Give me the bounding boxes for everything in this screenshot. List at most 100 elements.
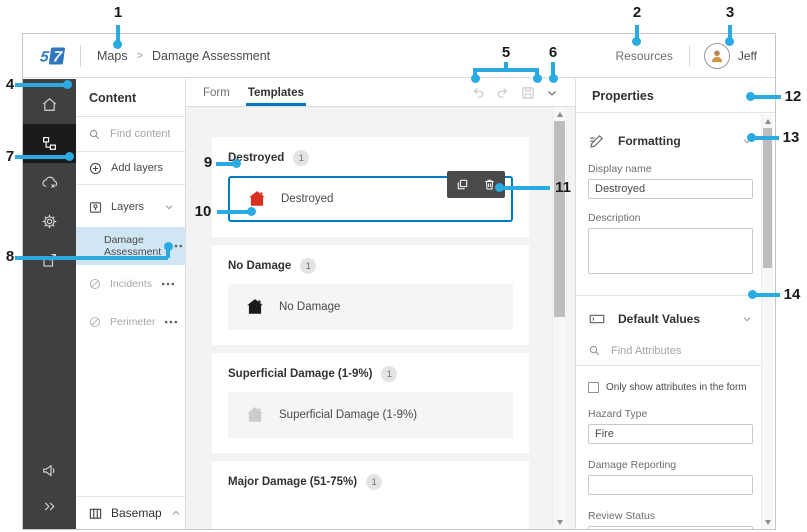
nav-offline[interactable] [23,163,76,202]
nav-content[interactable] [23,124,76,163]
resources-link[interactable]: Resources [616,49,673,63]
chevron-down-icon[interactable] [741,313,753,325]
prohibited-icon [88,315,102,329]
undo-icon[interactable] [470,85,486,101]
template-item-label: Destroyed [281,193,333,205]
callout-number-14: 14 [781,286,803,303]
duplicate-icon[interactable] [454,176,471,193]
review-status-input[interactable] [588,526,753,529]
search-icon [588,344,601,357]
settings-gear-icon [41,213,58,230]
template-group-major: Major Damage (51-75%) 1 [212,461,529,529]
template-group-no-damage: No Damage 1 No Damage [212,245,529,345]
layers-section-header[interactable]: Layers [76,191,185,223]
house-symbol-icon [246,406,264,424]
save-icon[interactable] [520,85,536,101]
count-badge: 1 [293,150,309,166]
chevron-down-icon[interactable] [545,86,559,100]
count-badge: 1 [366,474,382,490]
layer-row-perimeter[interactable]: Perimeter [76,303,185,341]
nav-expand[interactable] [23,490,76,529]
breadcrumb-current: Damage Assessment [152,49,270,63]
header-divider [689,45,690,67]
group-header: No Damage 1 [228,258,513,274]
layer-label: Damage Assessment [104,234,161,259]
chevron-down-icon [163,201,175,213]
default-values-section-title: Default Values [618,312,700,326]
layer-row-incidents[interactable]: Incidents [76,265,185,303]
properties-scrollbar[interactable] [761,114,773,529]
layers-section-label: Layers [111,201,144,213]
template-item-label: No Damage [279,301,340,313]
nav-announcements[interactable] [23,451,76,490]
layer-label: Incidents [110,278,152,291]
add-layers-button[interactable]: Add layers [76,152,185,185]
checkbox-label: Only show attributes in the form [606,382,747,393]
offline-cloud-icon [41,174,58,191]
breadcrumb-maps-link[interactable]: Maps [97,49,128,63]
scroll-up-arrow-icon[interactable] [762,114,773,128]
ellipsis-icon[interactable] [164,320,178,324]
scroll-down-arrow-icon[interactable] [553,515,566,529]
template-selection-toolbar [447,171,505,198]
group-header: Major Damage (51-75%) 1 [228,474,513,490]
hazard-type-input[interactable] [588,424,753,444]
layer-row-damage-assessment[interactable]: Damage Assessment [76,227,185,265]
editor-toolbar [470,79,559,106]
add-circle-icon [88,161,103,176]
templates-scrollbar[interactable] [552,107,566,529]
checkbox-unchecked[interactable] [588,382,599,393]
nav-share[interactable] [23,241,76,280]
display-name-input[interactable] [588,179,753,199]
nav-rail [23,79,76,529]
layers-icon [88,200,103,215]
ellipsis-icon[interactable] [161,282,175,286]
field-damage-reporting: Damage Reporting [588,459,753,495]
properties-title: Properties [576,79,775,113]
share-icon [41,252,58,269]
redo-icon[interactable] [495,85,511,101]
nav-settings[interactable] [23,202,76,241]
scrollbar-thumb[interactable] [554,121,565,317]
template-item-label: Superficial Damage (1-9%) [279,409,417,421]
find-attributes-input[interactable] [609,344,761,358]
chevron-up-icon [170,507,182,519]
editor-tabbar: Form Templates [186,79,575,107]
delete-icon[interactable] [481,176,498,193]
user-name[interactable]: Jeff [738,49,757,63]
add-layers-label: Add layers [111,162,163,174]
formatting-section-title: Formatting [618,134,681,148]
user-avatar-icon[interactable] [704,43,730,69]
damage-reporting-input[interactable] [588,475,753,495]
basemap-row[interactable]: Basemap [76,496,185,529]
content-panel-spacer [76,341,185,496]
templates-scroll-area: Destroyed 1 [186,107,575,529]
tab-templates[interactable]: Templates [246,87,306,106]
template-item-superficial[interactable]: Superficial Damage (1-9%) [228,392,513,438]
group-header: Superficial Damage (1-9%) 1 [228,366,513,382]
scroll-up-arrow-icon[interactable] [553,107,566,121]
properties-scroll-area: Formatting Display name Description [576,114,761,529]
scrollbar-thumb[interactable] [763,128,772,268]
template-item-no-damage[interactable]: No Damage [228,284,513,330]
count-badge: 1 [300,258,316,274]
chevron-down-icon[interactable] [741,135,753,147]
tab-form[interactable]: Form [201,87,232,106]
input-box-icon [588,310,606,328]
ellipsis-icon[interactable] [169,244,183,248]
scroll-down-arrow-icon[interactable] [762,515,773,529]
count-badge: 1 [381,366,397,382]
find-attributes-search[interactable] [576,336,761,366]
find-content-input[interactable] [108,127,172,141]
editor-panel: Form Templates [186,79,575,529]
content-panel-title: Content [76,79,185,117]
field-label: Hazard Type [588,408,753,420]
formatting-section-header[interactable]: Formatting [588,132,753,150]
nav-home[interactable] [23,85,76,124]
description-label: Description [588,212,753,224]
breadcrumb: Maps > Damage Assessment [97,49,270,63]
description-input[interactable] [588,228,753,274]
find-content-search[interactable] [76,117,185,152]
default-values-section-header[interactable]: Default Values [588,310,753,328]
callout-number-3: 3 [719,4,741,21]
